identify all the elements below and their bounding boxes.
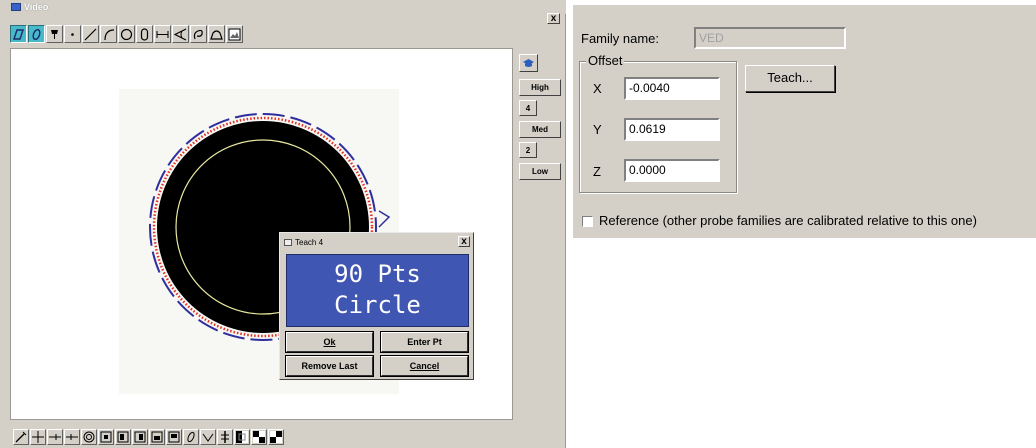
family-name-field[interactable]: VED [694,27,846,49]
enter-pt-button[interactable]: Enter Pt [381,332,468,352]
loop-icon[interactable] [190,25,207,43]
window-icon [284,238,292,246]
box-edge-1-icon[interactable] [98,429,114,445]
enter-pt-label: Enter Pt [407,337,442,347]
checker-3-icon[interactable] [268,429,284,445]
teach-button[interactable]: Teach... [745,65,835,92]
edge-right-icon[interactable] [64,429,80,445]
line-icon[interactable] [82,25,99,43]
offset-group-label: Offset [586,53,625,68]
display-points-count: 90 Pts [334,260,421,288]
cancel-label: Cancel [409,361,440,371]
video-title: Video [24,2,49,12]
arc-segment-icon[interactable] [208,25,225,43]
video-window: Video x High 4 Med 2 Low Teach 4 x 90 Pt… [0,0,566,448]
teach-title-bar: Teach 4 [284,236,323,248]
light-low-button[interactable]: Low [519,163,561,180]
wand-icon[interactable] [13,429,29,445]
arc-icon[interactable] [100,25,117,43]
family-name-label: Family name: [581,31,660,46]
teach-dialog: Teach 4 x 90 Pts Circle Ok Enter Pt Remo… [279,232,474,380]
circle-icon[interactable] [118,25,135,43]
box-edge-3-icon[interactable] [132,429,148,445]
offset-z-field[interactable]: 0.0000 [624,159,720,182]
box-edge-4-icon[interactable] [149,429,165,445]
ellipse-select-icon[interactable] [28,25,45,43]
offset-y-field[interactable]: 0.0619 [624,118,720,141]
x-label: X [593,81,602,96]
crosshair-icon[interactable] [30,429,46,445]
ok-button[interactable]: Ok [286,332,373,352]
teach-close-button[interactable]: x [458,236,470,247]
remove-last-button[interactable]: Remove Last [286,356,373,376]
display-feature-type: Circle [334,291,421,319]
measure-toolbar [10,25,244,43]
checker-1-icon[interactable] [234,429,250,445]
picture-icon[interactable] [226,25,243,43]
cancel-button[interactable]: Cancel [381,356,468,376]
edge-left-icon[interactable] [47,429,63,445]
app-icon [11,3,21,11]
edge-tools-toolbar [13,429,285,445]
probe-icon[interactable] [46,25,63,43]
split-icon[interactable] [217,429,233,445]
teach-title: Teach 4 [295,237,324,247]
video-close-button[interactable]: x [547,13,560,24]
teach-display: 90 Pts Circle [286,254,469,327]
angle-icon[interactable] [172,25,189,43]
point-icon[interactable] [64,25,81,43]
reference-checkbox[interactable] [582,216,593,227]
ok-label: Ok [323,337,336,347]
reference-label: Reference (other probe families are cali… [599,213,977,228]
light-level-2-button[interactable]: 2 [519,142,537,158]
video-title-bar: Video [0,0,566,14]
chevron-tool-icon[interactable] [200,429,216,445]
slot-icon[interactable] [136,25,153,43]
ellipse-tool-icon[interactable] [183,429,199,445]
light-level-4-button[interactable]: 4 [519,100,537,116]
z-label: Z [593,164,601,179]
y-label: Y [593,122,602,137]
remove-last-label: Remove Last [301,361,358,371]
box-edge-2-icon[interactable] [115,429,131,445]
light-med-button[interactable]: Med [519,121,561,138]
box-edge-5-icon[interactable] [166,429,182,445]
rectangle-select-icon[interactable] [10,25,27,43]
checker-2-icon[interactable] [251,429,267,445]
target-icon[interactable] [81,429,97,445]
distance-icon[interactable] [154,25,171,43]
light-high-button[interactable]: High [519,79,561,96]
offset-x-field[interactable]: -0.0040 [624,77,720,100]
graduation-cap-icon[interactable] [519,54,538,72]
probe-family-panel: Family name: VED Offset X -0.0040 Y 0.06… [573,5,1036,238]
